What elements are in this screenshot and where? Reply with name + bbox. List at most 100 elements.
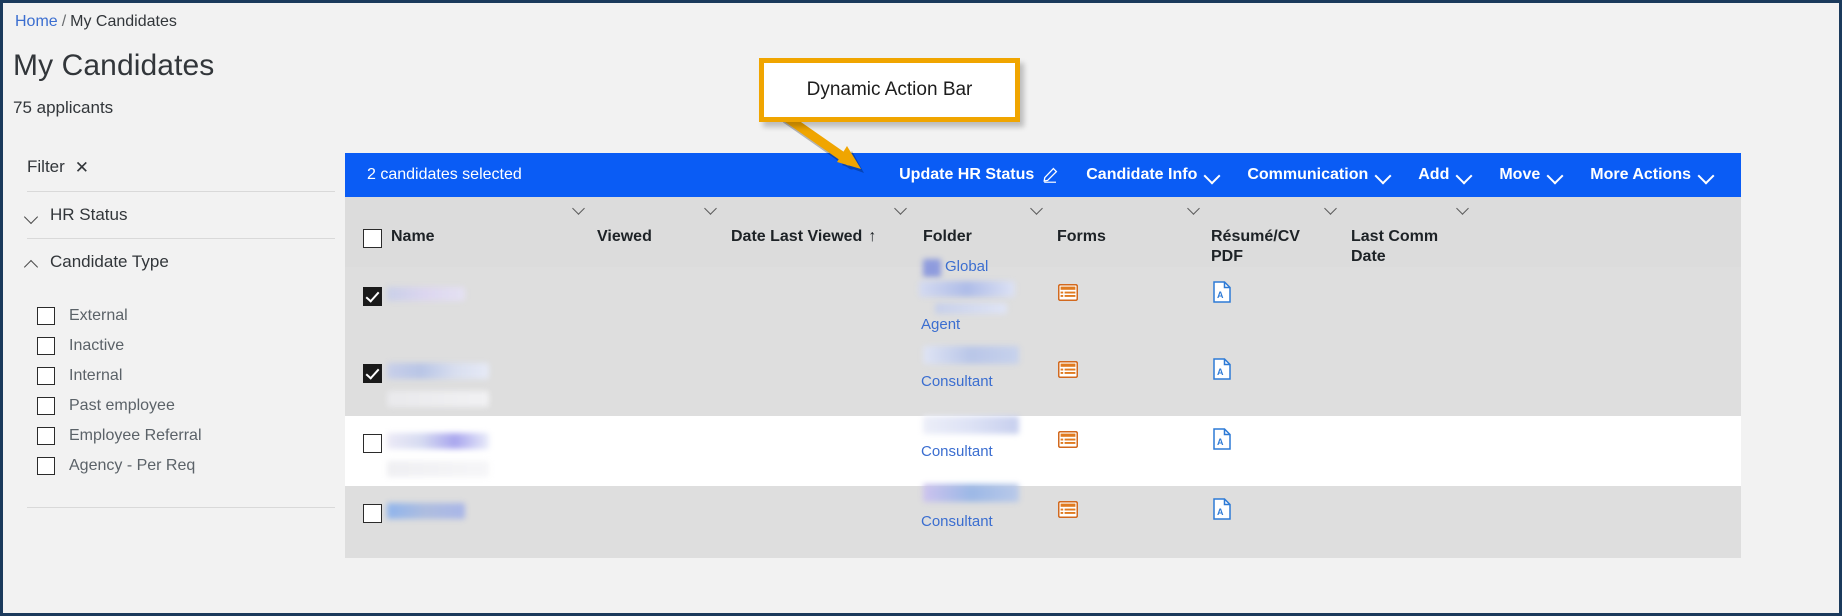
option-label: External	[69, 307, 128, 324]
chevron-down-icon	[1205, 168, 1219, 182]
folder-link-consultant[interactable]: Consultant	[921, 513, 993, 530]
list-item[interactable]: Past employee	[37, 391, 345, 421]
table-header: Name Viewed Date Last Viewed ↑ Folder For…	[345, 197, 1741, 268]
column-header-date-last-viewed[interactable]: Date Last Viewed ↑	[731, 227, 876, 247]
chevron-down-icon	[1376, 168, 1390, 182]
page-root: Home / My Candidates My Candidates 75 appl…	[3, 3, 1839, 613]
column-header-resume-cv-pdf[interactable]: Résumé/CV PDF	[1211, 227, 1329, 267]
close-icon[interactable]: ✕	[75, 159, 89, 176]
redacted-folder-line	[919, 281, 1015, 297]
pdf-icon[interactable]: A	[1213, 358, 1231, 380]
redacted-folder-line	[923, 346, 1019, 364]
option-label: Agency - Per Req	[69, 457, 196, 474]
candidate-info-label: Candidate Info	[1086, 166, 1198, 183]
table-row[interactable]: Consultant A	[345, 346, 1741, 416]
chevron-down-icon	[1548, 168, 1562, 182]
candidate-info-button[interactable]: Candidate Info	[1072, 160, 1233, 190]
chevron-down-icon	[1457, 168, 1471, 182]
main-content: 2 candidates selected Update HR Status C…	[345, 3, 1839, 613]
move-button[interactable]: Move	[1485, 160, 1576, 190]
checkbox-employee-referral[interactable]	[37, 427, 55, 445]
table-row[interactable]: Global Agent A	[345, 258, 1741, 346]
checkbox-past-employee[interactable]	[37, 397, 55, 415]
chevron-down-icon[interactable]	[895, 203, 907, 215]
list-item[interactable]: Internal	[37, 361, 345, 391]
row-select-checkbox[interactable]	[363, 504, 382, 523]
list-item[interactable]: Agency - Per Req	[37, 451, 345, 481]
option-label: Internal	[69, 367, 123, 384]
divider	[27, 507, 335, 508]
redacted-name	[387, 363, 489, 379]
forms-icon[interactable]	[1058, 284, 1078, 301]
chevron-down-icon[interactable]	[1031, 203, 1043, 215]
sort-asc-icon: ↑	[868, 228, 877, 245]
pdf-icon[interactable]: A	[1213, 428, 1231, 450]
chevron-down-icon[interactable]	[573, 203, 585, 215]
breadcrumb-home-link[interactable]: Home	[15, 13, 58, 30]
select-all-checkbox[interactable]	[363, 229, 382, 248]
facet-candidate-type[interactable]: Candidate Type	[3, 239, 345, 285]
filter-label: Filter	[27, 157, 65, 176]
folder-link-consultant[interactable]: Consultant	[921, 443, 993, 460]
checkbox-inactive[interactable]	[37, 337, 55, 355]
svg-text:A: A	[1217, 507, 1224, 517]
move-label: Move	[1499, 166, 1541, 183]
column-header-folder[interactable]: Folder	[923, 227, 972, 247]
breadcrumb: Home / My Candidates	[15, 13, 177, 31]
row-select-checkbox[interactable]	[363, 434, 382, 453]
dynamic-action-bar: 2 candidates selected Update HR Status C…	[345, 153, 1741, 197]
table-row[interactable]: Consultant A	[345, 416, 1741, 486]
pdf-icon[interactable]: A	[1213, 281, 1231, 303]
forms-icon[interactable]	[1058, 431, 1078, 448]
list-item[interactable]: External	[37, 301, 345, 331]
pdf-icon[interactable]: A	[1213, 498, 1231, 520]
add-button[interactable]: Add	[1404, 160, 1485, 190]
facet-hr-status[interactable]: HR Status	[3, 192, 345, 238]
column-header-forms[interactable]: Forms	[1057, 227, 1106, 247]
option-label: Inactive	[69, 337, 125, 354]
breadcrumb-current: My Candidates	[70, 13, 177, 30]
column-header-viewed[interactable]: Viewed	[597, 227, 652, 247]
table-right-gutter	[1741, 267, 1839, 613]
chevron-down-icon[interactable]	[705, 203, 717, 215]
row-select-checkbox[interactable]	[363, 287, 382, 306]
table-row[interactable]: Consultant A	[345, 484, 1741, 558]
chevron-down-icon	[1699, 168, 1713, 182]
page-subtitle-applicant-count: 75 applicants	[13, 98, 114, 117]
folder-link-consultant[interactable]: Consultant	[921, 373, 993, 390]
column-header-last-comm-date[interactable]: Last Comm Date	[1351, 227, 1461, 267]
page-title: My Candidates	[13, 49, 215, 82]
forms-icon[interactable]	[1058, 361, 1078, 378]
folder-link-global[interactable]: Global	[945, 258, 988, 275]
redacted-folder-line	[923, 484, 1019, 502]
svg-text:A: A	[1217, 437, 1224, 447]
redacted-name	[387, 287, 465, 301]
more-actions-label: More Actions	[1590, 166, 1691, 183]
option-label: Employee Referral	[69, 427, 202, 444]
checkbox-internal[interactable]	[37, 367, 55, 385]
redacted-folder-chip	[923, 259, 941, 277]
checkbox-agency-per-req[interactable]	[37, 457, 55, 475]
communication-label: Communication	[1247, 166, 1369, 183]
redacted-folder-line	[923, 416, 1019, 434]
redacted-name	[387, 433, 489, 449]
add-label: Add	[1418, 166, 1450, 183]
checkbox-external[interactable]	[37, 307, 55, 325]
list-item[interactable]: Inactive	[37, 331, 345, 361]
redacted-name-second-line	[387, 391, 489, 407]
chevron-down-icon[interactable]	[1188, 203, 1200, 215]
column-header-name[interactable]: Name	[391, 227, 435, 247]
folder-link-agent[interactable]: Agent	[921, 316, 960, 333]
breadcrumb-separator: /	[61, 13, 67, 30]
chevron-down-icon[interactable]	[1325, 203, 1337, 215]
row-select-checkbox[interactable]	[363, 364, 382, 383]
redacted-folder-line	[935, 303, 1007, 314]
chevron-down-icon[interactable]	[1457, 203, 1469, 215]
callout-dynamic-action-bar: Dynamic Action Bar	[759, 58, 1020, 122]
list-item[interactable]: Employee Referral	[37, 421, 345, 451]
more-actions-button[interactable]: More Actions	[1576, 160, 1727, 190]
facet-hr-status-label: HR Status	[50, 205, 128, 224]
filter-header: Filter ✕	[3, 143, 345, 191]
forms-icon[interactable]	[1058, 501, 1078, 518]
communication-button[interactable]: Communication	[1233, 160, 1404, 190]
